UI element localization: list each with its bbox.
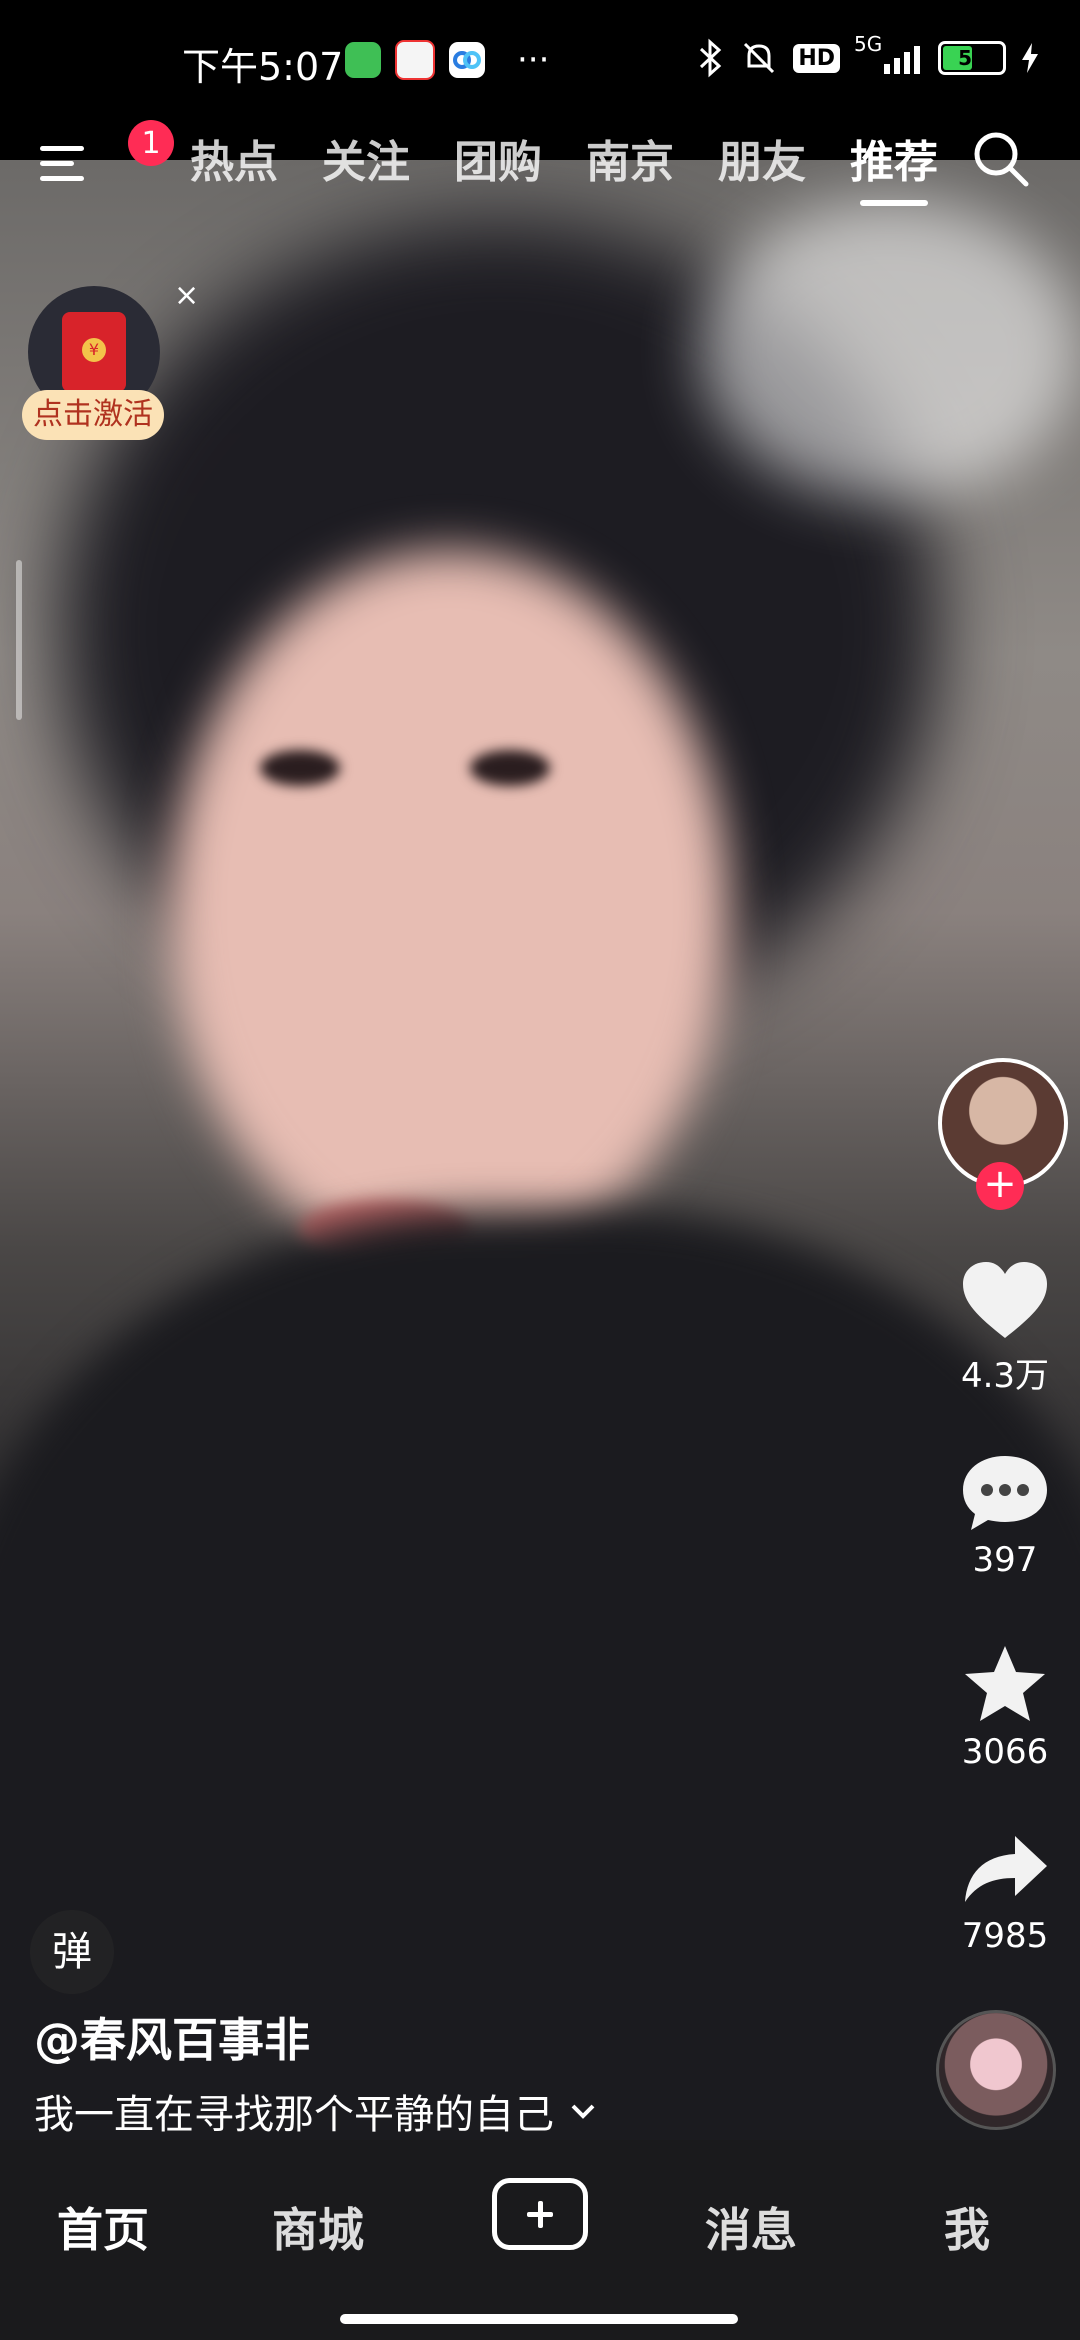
video-frame-shirt xyxy=(0,1210,1080,2140)
wechat-icon xyxy=(345,42,381,78)
video-frame-light xyxy=(700,200,1080,500)
status-time: 下午5:07 xyxy=(182,45,344,89)
star-icon xyxy=(965,1646,1045,1721)
share-count: 7985 xyxy=(961,1916,1049,1956)
description-text: 我一直在寻找那个平静的自己 xyxy=(34,2092,554,2138)
comment-count: 397 xyxy=(972,1540,1038,1580)
more-dots-icon: ··· xyxy=(517,40,550,80)
feed-tabs: 热点 关注 团购 南京 朋友 推荐 xyxy=(190,126,938,206)
tab-following[interactable]: 关注 xyxy=(322,126,410,190)
nav-mall[interactable]: 商城 xyxy=(272,2194,364,2260)
tab-recommended[interactable]: 推荐 xyxy=(850,126,938,206)
video-frame-face xyxy=(170,550,730,1270)
nav-me[interactable]: 我 xyxy=(944,2194,990,2260)
notification-badge: 1 xyxy=(128,120,174,166)
charging-bolt-icon xyxy=(1022,43,1038,73)
bluetooth-icon xyxy=(700,38,722,78)
video-player[interactable] xyxy=(0,160,1080,2140)
menu-button[interactable]: 1 xyxy=(40,120,174,192)
hd-badge: HD xyxy=(793,43,840,73)
danmaku-toggle[interactable]: 弹 xyxy=(30,1910,114,1994)
status-system-icons: HD 5G 53 xyxy=(697,32,1040,78)
share-arrow-icon xyxy=(965,1836,1047,1902)
silent-bell-icon xyxy=(744,42,775,74)
58-app-icon xyxy=(395,40,435,80)
author-name[interactable]: @春风百事非 xyxy=(34,2004,310,2070)
battery-level: 53 xyxy=(958,46,986,70)
comment-icon xyxy=(963,1456,1047,1530)
battery-icon: 53 xyxy=(938,41,1006,75)
status-bar: 下午5:07 ··· HD 5G 53 xyxy=(0,0,1080,120)
top-navigation: 1 热点 关注 团购 南京 朋友 推荐 xyxy=(0,120,1080,230)
video-frame-eye-right xyxy=(470,750,550,786)
red-packet-activate-label[interactable]: 点击激活 xyxy=(22,390,164,440)
signal-icon: 5G xyxy=(854,32,924,78)
video-description[interactable]: 我一直在寻找那个平静的自己 xyxy=(34,2082,596,2140)
status-app-icons: ··· xyxy=(345,40,549,80)
search-icon[interactable] xyxy=(970,128,1032,190)
home-indicator[interactable] xyxy=(340,2314,738,2324)
nav-home[interactable]: 首页 xyxy=(57,2194,149,2260)
tab-nanjing[interactable]: 南京 xyxy=(586,126,674,190)
menu-icon xyxy=(40,146,84,151)
heart-icon xyxy=(963,1262,1047,1338)
like-count: 4.3万 xyxy=(960,1356,1050,1396)
tab-group-buy[interactable]: 团购 xyxy=(454,126,542,190)
create-post-button[interactable] xyxy=(492,2178,588,2250)
close-icon[interactable]: × xyxy=(174,278,199,313)
comment-button[interactable]: 397 xyxy=(930,1450,1080,1580)
bottom-navigation: 首页 商城 消息 我 xyxy=(0,2140,1080,2340)
red-packet-widget[interactable]: ¥ 点击激活 × xyxy=(22,278,199,446)
music-disc-icon[interactable] xyxy=(936,2010,1056,2130)
follow-button[interactable]: + xyxy=(976,1162,1024,1210)
favorite-button[interactable]: 3066 xyxy=(930,1642,1080,1772)
side-drawer-handle[interactable] xyxy=(16,560,22,720)
chevron-down-icon[interactable] xyxy=(570,2102,596,2120)
share-button[interactable]: 7985 xyxy=(930,1830,1080,1956)
tab-hot[interactable]: 热点 xyxy=(190,126,278,190)
tab-friends[interactable]: 朋友 xyxy=(718,126,806,190)
favorite-count: 3066 xyxy=(961,1732,1049,1772)
nav-messages[interactable]: 消息 xyxy=(705,2194,797,2260)
like-button[interactable]: 4.3万 xyxy=(930,1258,1080,1397)
baidu-netdisk-icon xyxy=(449,42,485,78)
video-frame-eye-left xyxy=(260,750,340,786)
network-type: 5G xyxy=(854,32,883,56)
